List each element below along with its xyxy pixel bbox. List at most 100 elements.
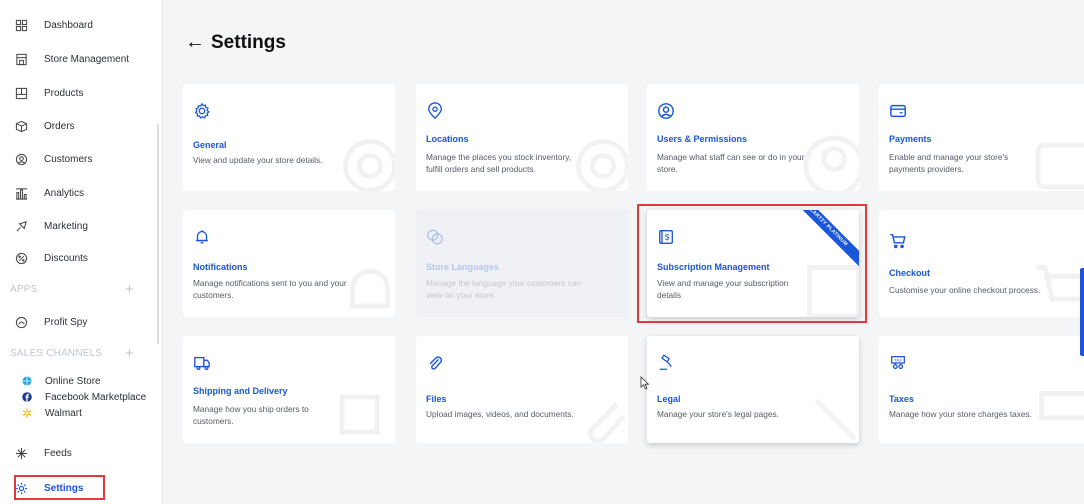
dashboard-icon <box>14 18 28 32</box>
sidebar-item-marketing[interactable]: Marketing <box>14 214 88 238</box>
sidebar-item-label: Products <box>44 87 84 99</box>
orders-icon <box>14 119 28 133</box>
sidebar-item-label: Feeds <box>44 447 72 459</box>
sidebar-item-analytics[interactable]: Analytics <box>14 181 84 205</box>
store-icon <box>14 52 28 66</box>
sidebar-item-dashboard[interactable]: Dashboard <box>14 13 93 37</box>
card-description: Enable and manage your store's payments … <box>889 152 1009 174</box>
settings-card-locations[interactable]: Locations Manage the places you stock in… <box>416 84 628 191</box>
card-watermark-icon <box>1031 131 1084 191</box>
sidebar-item-label: Facebook Marketplace <box>45 391 147 403</box>
sidebar-item-store-management[interactable]: Store Management <box>14 47 129 71</box>
analytics-icon <box>14 186 28 200</box>
truck-watermark-icon <box>335 383 395 443</box>
settings-card-users-permissions[interactable]: Users & Permissions Manage what staff ca… <box>647 84 859 191</box>
sidebar-item-walmart[interactable]: Walmart <box>22 406 82 420</box>
profit-spy-icon <box>14 315 28 329</box>
tax-receipt-icon: TAX <box>889 354 907 372</box>
sidebar-item-label: Analytics <box>44 187 85 199</box>
apps-section-header: APPS <box>10 284 37 295</box>
sidebar-item-products[interactable]: Products <box>14 81 83 105</box>
card-title: Store Languages <box>426 262 500 272</box>
card-title: Payments <box>889 134 932 144</box>
arrow-left-icon[interactable]: ← <box>185 31 205 54</box>
walmart-icon <box>22 408 32 418</box>
sidebar-item-label: Customers <box>44 153 93 165</box>
facebook-icon <box>22 392 32 402</box>
card-description: Manage how your store charges taxes. <box>889 409 1032 419</box>
sidebar-item-label: Orders <box>44 120 75 132</box>
sidebar-item-discounts[interactable]: Discounts <box>14 246 88 270</box>
sales-channels-header-label: SALES CHANNELS <box>10 348 103 359</box>
card-description: Upload images, videos, and documents. <box>426 409 574 419</box>
card-description: Manage the language your customers can v… <box>426 278 581 300</box>
settings-card-store-languages: Store Languages Manage the language your… <box>416 210 628 317</box>
settings-card-general[interactable]: General View and update your store detai… <box>183 84 395 191</box>
sidebar-item-label: Profit Spy <box>44 316 88 328</box>
card-title: General <box>193 140 227 150</box>
sidebar: Dashboard Store Management Products Orde… <box>0 0 163 504</box>
location-pin-icon <box>426 102 444 120</box>
user-watermark-icon <box>799 131 859 191</box>
sidebar-item-label: Marketing <box>44 220 88 232</box>
settings-card-files[interactable]: Files Upload images, videos, and documen… <box>416 336 628 443</box>
card-description: Manage notifications sent to you and you… <box>193 278 347 300</box>
card-title: Locations <box>426 134 469 144</box>
add-sales-channel-icon[interactable]: + <box>125 345 134 362</box>
card-title: Legal <box>657 394 681 404</box>
sidebar-item-orders[interactable]: Orders <box>14 114 75 138</box>
credit-card-icon <box>889 102 907 120</box>
discounts-icon <box>14 251 28 265</box>
svg-text:TAX: TAX <box>894 358 902 363</box>
marketing-icon <box>14 219 28 233</box>
products-icon <box>14 86 28 100</box>
cart-watermark-icon <box>1031 257 1084 317</box>
settings-card-notifications[interactable]: Notifications Manage notifications sent … <box>183 210 395 317</box>
sidebar-item-feeds[interactable]: Feeds <box>14 441 72 465</box>
customers-icon <box>14 152 28 166</box>
paperclip-watermark-icon <box>568 383 628 443</box>
card-description: Customise your online checkout process. <box>889 285 1041 295</box>
page-title-text: Settings <box>211 31 286 53</box>
sidebar-item-label: Store Management <box>44 53 130 65</box>
card-title: Users & Permissions <box>657 134 748 144</box>
card-title: Taxes <box>889 394 914 404</box>
settings-card-payments[interactable]: Payments Enable and manage your store's … <box>879 84 1084 191</box>
bell-watermark-icon <box>335 257 395 317</box>
sidebar-item-profit-spy[interactable]: Profit Spy <box>14 310 87 334</box>
gear-icon <box>193 102 211 120</box>
sidebar-item-facebook-marketplace[interactable]: Facebook Marketplace <box>22 390 146 404</box>
sidebar-item-online-store[interactable]: Online Store <box>22 374 101 388</box>
sidebar-item-customers[interactable]: Customers <box>14 147 92 171</box>
card-description: Manage your store's legal pages. <box>657 409 779 419</box>
card-description: Manage how you ship orders to customers. <box>193 404 309 426</box>
languages-icon <box>426 228 444 246</box>
gavel-icon <box>657 354 675 372</box>
card-title: Shipping and Delivery <box>193 386 288 396</box>
subscription-highlight-box <box>637 204 867 323</box>
settings-card-shipping-delivery[interactable]: Shipping and Delivery Manage how you shi… <box>183 336 395 443</box>
card-title: Files <box>426 394 447 404</box>
page-title: ← Settings <box>185 31 286 54</box>
card-description: Manage the places you stock inventory, f… <box>426 152 572 174</box>
sidebar-scrollbar[interactable] <box>157 124 159 344</box>
sales-channels-section-header: SALES CHANNELS <box>10 348 102 359</box>
add-app-icon[interactable]: + <box>125 281 134 298</box>
mouse-cursor-icon <box>640 376 650 390</box>
tax-watermark-icon <box>1031 383 1084 443</box>
apps-header-label: APPS <box>10 284 38 295</box>
card-description: Manage what staff can see or do in your … <box>657 152 805 174</box>
settings-card-legal[interactable]: Legal Manage your store's legal pages. <box>647 336 859 443</box>
paperclip-icon <box>426 354 444 372</box>
sidebar-item-label: Online Store <box>45 375 101 387</box>
truck-icon <box>193 354 211 372</box>
gavel-watermark-icon <box>799 383 859 443</box>
feeds-icon <box>14 446 28 460</box>
settings-card-checkout[interactable]: Checkout Customise your online checkout … <box>879 210 1084 317</box>
card-description: View and update your store details. <box>193 155 323 165</box>
settings-card-taxes[interactable]: TAX Taxes Manage how your store charges … <box>879 336 1084 443</box>
user-circle-icon <box>657 102 675 120</box>
card-title: Checkout <box>889 268 931 278</box>
side-panel-tab[interactable] <box>1080 268 1084 356</box>
gear-watermark-icon <box>335 131 395 191</box>
